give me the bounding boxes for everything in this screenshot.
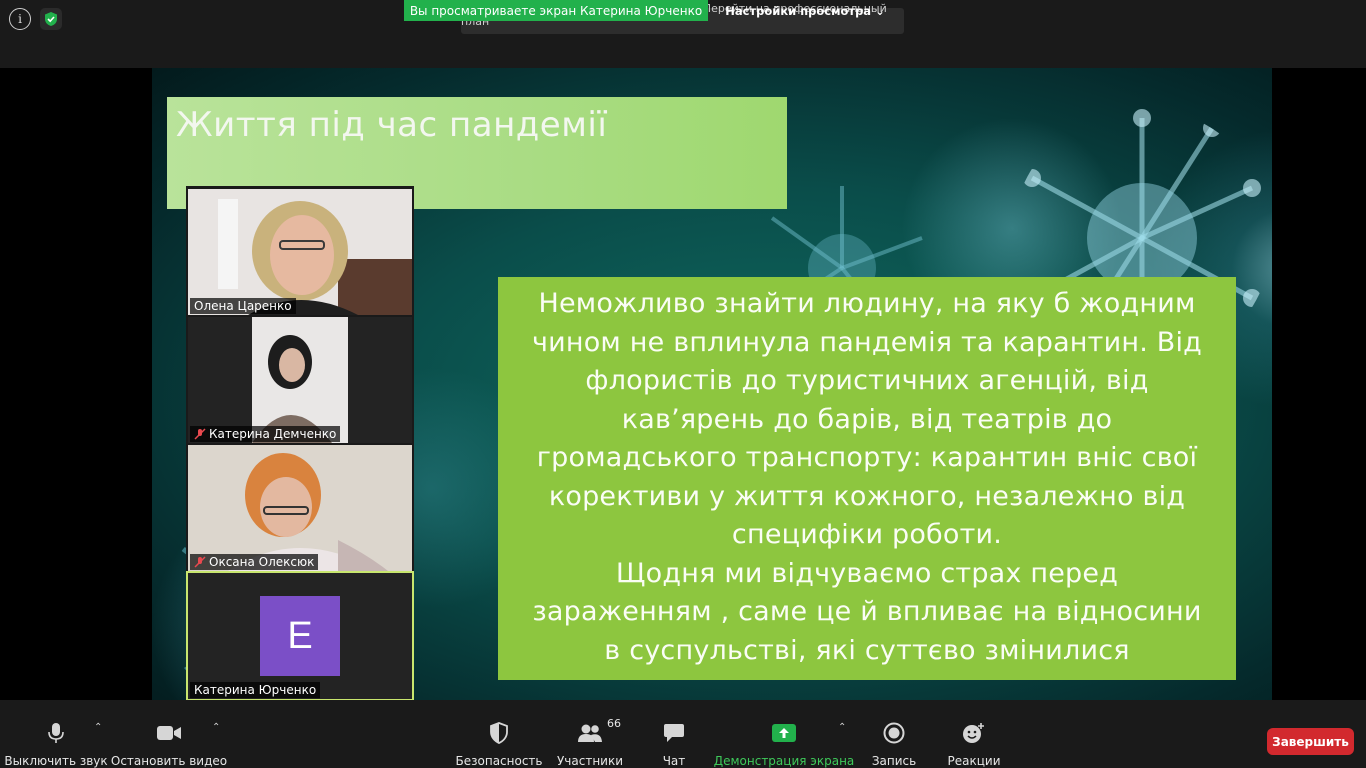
stop-video-button[interactable]: Остановить видео <box>111 700 227 768</box>
participants-icon: 66 <box>577 717 621 744</box>
shield-icon <box>486 722 512 744</box>
participant-name-label: Оксана Олексюк <box>190 554 319 570</box>
screen-share-banner: Вы просматриваете экран Катерина Юрченко <box>404 0 708 21</box>
record-icon <box>881 722 907 744</box>
slide-title: Життя під час пандемії <box>176 105 608 145</box>
reactions-button[interactable]: Реакции <box>946 700 1002 768</box>
participant-name-label: Катерина Юрченко <box>190 682 321 698</box>
security-button[interactable]: Безопасность <box>456 700 543 768</box>
meeting-toolbar: Выключить звук ⌃ Остановить видео ⌃ Безо… <box>0 700 1366 768</box>
record-button[interactable]: Запись <box>866 700 922 768</box>
participant-video-feed <box>188 189 412 315</box>
encryption-shield-icon[interactable] <box>40 8 62 30</box>
participant-video-feed <box>188 445 412 571</box>
participant-video-tile[interactable]: E Катерина Юрченко <box>186 571 414 701</box>
participant-avatar: E <box>260 596 340 676</box>
mute-button[interactable]: Выключить звук <box>4 700 108 768</box>
chevron-down-icon: ⌄ <box>875 3 885 18</box>
info-icon[interactable]: i <box>9 8 31 30</box>
end-meeting-button[interactable]: Завершить <box>1267 728 1354 755</box>
top-bar: i Оставшееся время конференции: 07:52 | … <box>0 0 1366 68</box>
slide-body-text: Неможливо знайти людину, на яку б жодним… <box>531 288 1203 666</box>
muted-microphone-icon <box>194 556 206 568</box>
video-camera-icon <box>156 722 182 744</box>
participant-video-tile[interactable]: Оксана Олексюк <box>188 445 412 571</box>
microphone-icon <box>43 722 69 744</box>
chat-bubble-icon <box>661 722 687 744</box>
share-options-chevron-up-icon[interactable]: ⌃ <box>838 722 846 733</box>
smiley-plus-icon <box>961 722 987 744</box>
participants-count: 66 <box>607 717 621 730</box>
participant-video-tile[interactable]: Олена Царенко <box>188 189 412 315</box>
share-screen-icon <box>771 722 797 744</box>
participant-video-tile[interactable]: Катерина Демченко <box>188 317 412 443</box>
participant-video-feed <box>252 317 348 443</box>
participant-gallery: Олена Царенко Катерина Демченко Оксана О… <box>186 186 414 701</box>
view-options-label: Настройки просмотра <box>725 3 872 18</box>
audio-options-chevron-up-icon[interactable]: ⌃ <box>94 722 102 733</box>
video-options-chevron-up-icon[interactable]: ⌃ <box>212 722 220 733</box>
share-screen-button[interactable]: Демонстрация экрана <box>714 700 854 768</box>
participant-name-label: Олена Царенко <box>190 298 296 314</box>
view-options-menu[interactable]: Настройки просмотра ⌄ <box>710 0 900 21</box>
participant-name-label: Катерина Демченко <box>190 426 341 442</box>
slide-text-box: Неможливо знайти людину, на яку б жодним… <box>498 277 1236 680</box>
participants-button[interactable]: 66 Участники <box>556 700 624 768</box>
muted-microphone-icon <box>194 428 206 440</box>
chat-button[interactable]: Чат <box>650 700 698 768</box>
